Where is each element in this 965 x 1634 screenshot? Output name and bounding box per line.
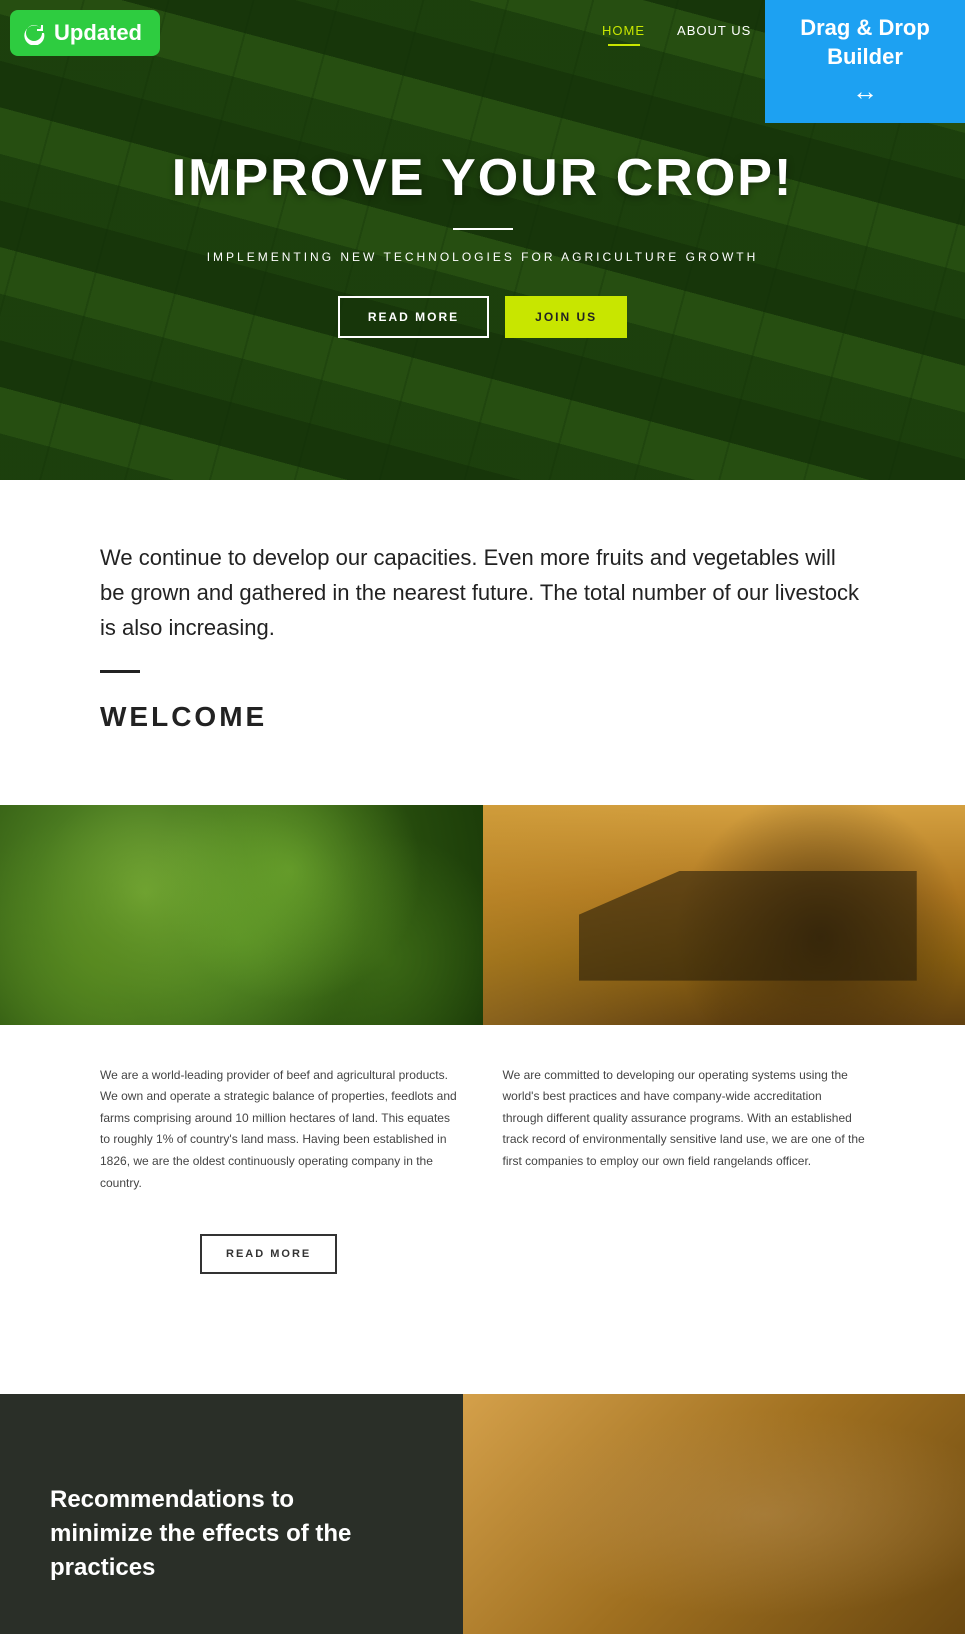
nav-underline [608,44,640,46]
dragdrop-line1: Drag & Drop [789,14,941,43]
about-body-text: We continue to develop our capacities. E… [100,540,865,646]
dragdrop-line2: Builder [789,43,941,72]
updated-badge: Updated [10,10,160,56]
nav-link-about[interactable]: ABOUT US [677,23,751,38]
hops-image-inner [0,805,483,1025]
about-section: We continue to develop our capacities. E… [0,480,965,805]
col-left-text: We are a world-leading provider of beef … [100,1065,463,1195]
col-right-text: We are committed to developing our opera… [503,1065,866,1195]
bottom-right-image [463,1394,965,1634]
dragdrop-badge: Drag & Drop Builder ↔ [765,0,965,123]
read-more-hero-button[interactable]: READ MORE [338,296,489,338]
refresh-icon [22,21,46,45]
welcome-title: WELCOME [100,701,865,733]
hero-subtitle: IMPLEMENTING NEW TECHNOLOGIES FOR AGRICU… [0,250,965,264]
hero-buttons: READ MORE JOIN US [0,296,965,338]
read-more-wrapper: READ MORE [0,1214,965,1394]
nav-item-home[interactable]: HOME [602,22,645,46]
join-us-button[interactable]: JOIN US [505,296,627,338]
bottom-left: Recommendations to minimize the effects … [0,1394,463,1634]
move-icon: ↔ [789,75,941,109]
bottom-section: Recommendations to minimize the effects … [0,1394,965,1634]
bottom-text-line1: Recommendations to [50,1483,413,1517]
about-divider [100,670,140,673]
bottom-text: Recommendations to minimize the effects … [50,1483,413,1584]
nav-item-about[interactable]: ABOUT US [677,22,751,46]
two-col-section: We are a world-leading provider of beef … [0,1025,965,1215]
hops-image [0,805,483,1025]
harvester-image-inner [483,805,965,1025]
bottom-right-inner [463,1394,965,1634]
bottom-text-line2: minimize the effects of the [50,1517,413,1551]
bottom-text-line3: practices [50,1551,413,1585]
read-more-button[interactable]: READ MORE [200,1234,337,1274]
image-row [0,805,965,1025]
nav-link-home[interactable]: HOME [602,23,645,38]
hero-divider [453,228,513,230]
hero-title: IMPROVE YOUR CROP! [0,148,965,208]
harvester-image [483,805,965,1025]
